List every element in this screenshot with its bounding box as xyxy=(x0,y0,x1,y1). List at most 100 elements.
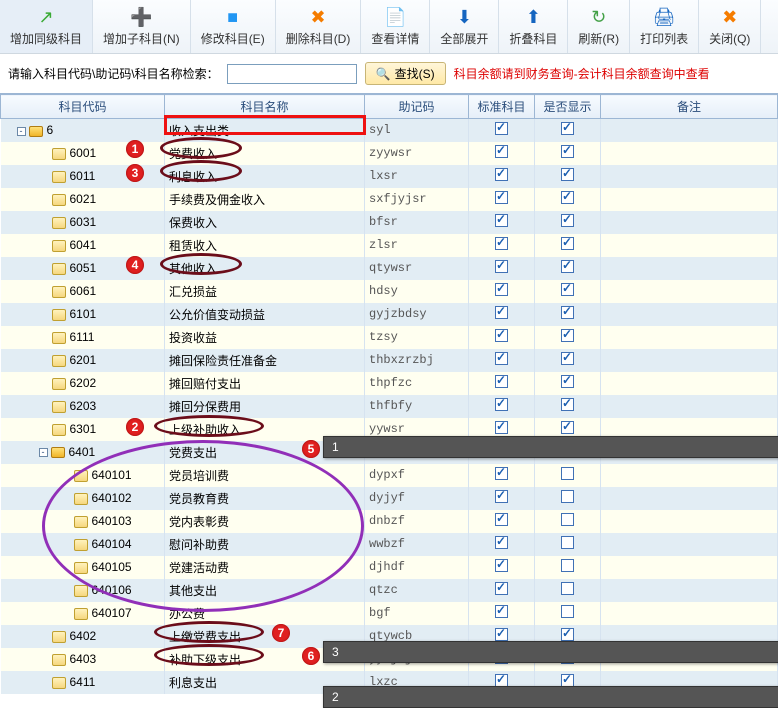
show-checkbox[interactable] xyxy=(561,329,574,342)
show-checkbox[interactable] xyxy=(561,122,574,135)
table-row[interactable]: 6101公允价值变动损益gyjzbdsy xyxy=(1,303,778,326)
std-checkbox[interactable] xyxy=(495,398,508,411)
table-row[interactable]: 640103党内表彰费dnbzf xyxy=(1,510,778,533)
show-checkbox[interactable] xyxy=(561,237,574,250)
table-row[interactable]: 640106其他支出qtzc xyxy=(1,579,778,602)
show-checkbox[interactable] xyxy=(561,605,574,618)
table-row[interactable]: 6041租赁收入zlsr xyxy=(1,234,778,257)
std-checkbox[interactable] xyxy=(495,559,508,572)
table-row[interactable]: 6411利息支出lxzc xyxy=(1,671,778,694)
show-checkbox[interactable] xyxy=(561,168,574,181)
show-checkbox[interactable] xyxy=(561,582,574,595)
table-row[interactable]: 6031保费收入bfsr xyxy=(1,211,778,234)
std-checkbox[interactable] xyxy=(495,467,508,480)
show-checkbox[interactable] xyxy=(561,145,574,158)
table-row[interactable]: 640105党建活动费djhdf xyxy=(1,556,778,579)
show-checkbox[interactable] xyxy=(561,421,574,434)
std-checkbox[interactable] xyxy=(495,145,508,158)
table-row[interactable]: -6收入支出类syl xyxy=(1,119,778,142)
show-checkbox[interactable] xyxy=(561,536,574,549)
column-header[interactable]: 标准科目 xyxy=(469,95,535,119)
std-checkbox[interactable] xyxy=(495,237,508,250)
table-row[interactable]: -6401党费支出zyywcb xyxy=(1,441,778,464)
table-row[interactable]: 6051其他收入qtywsr xyxy=(1,257,778,280)
show-checkbox[interactable] xyxy=(561,467,574,480)
show-checkbox[interactable] xyxy=(561,306,574,319)
std-checkbox[interactable] xyxy=(495,651,508,664)
std-checkbox[interactable] xyxy=(495,191,508,204)
std-checkbox[interactable] xyxy=(495,260,508,273)
show-checkbox[interactable] xyxy=(561,260,574,273)
page-icon xyxy=(74,493,88,505)
name-cell: 办公费 xyxy=(165,602,365,625)
toolbar-1[interactable]: ➕增加子科目(N) xyxy=(93,0,191,53)
std-checkbox[interactable] xyxy=(495,628,508,641)
show-checkbox[interactable] xyxy=(561,444,574,457)
table-row[interactable]: 640107办公费bgf xyxy=(1,602,778,625)
std-checkbox[interactable] xyxy=(495,122,508,135)
table-row[interactable]: 6402上缴党费支出qtywcb xyxy=(1,625,778,648)
column-header[interactable]: 助记码 xyxy=(365,95,469,119)
table-row[interactable]: 6403补助下级支出yysjfj xyxy=(1,648,778,671)
toolbar-icon: ➕ xyxy=(103,4,180,30)
std-checkbox[interactable] xyxy=(495,674,508,687)
toolbar-9[interactable]: ✖关闭(Q) xyxy=(699,0,761,53)
table-row[interactable]: 6203摊回分保费用thfbfy xyxy=(1,395,778,418)
toolbar-6[interactable]: ⬆折叠科目 xyxy=(499,0,568,53)
show-checkbox[interactable] xyxy=(561,352,574,365)
toolbar-8[interactable]: 🖨打印列表 xyxy=(630,0,699,53)
column-header[interactable]: 科目代码 xyxy=(1,95,165,119)
mnemonic-cell: qtzc xyxy=(365,579,469,602)
std-checkbox[interactable] xyxy=(495,375,508,388)
std-checkbox[interactable] xyxy=(495,582,508,595)
table-row[interactable]: 6011利息收入lxsr xyxy=(1,165,778,188)
table-row[interactable]: 6301上级补助收入yywsr xyxy=(1,418,778,441)
std-checkbox[interactable] xyxy=(495,329,508,342)
std-checkbox[interactable] xyxy=(495,444,508,457)
show-checkbox[interactable] xyxy=(561,490,574,503)
std-checkbox[interactable] xyxy=(495,352,508,365)
column-header[interactable]: 备注 xyxy=(601,95,778,119)
search-input[interactable] xyxy=(227,64,357,84)
expand-toggle[interactable]: - xyxy=(17,127,26,136)
table-row[interactable]: 6001党费收入zyywsr xyxy=(1,142,778,165)
table-row[interactable]: 6111投资收益tzsy xyxy=(1,326,778,349)
column-header[interactable]: 是否显示 xyxy=(535,95,601,119)
show-checkbox[interactable] xyxy=(561,283,574,296)
search-button[interactable]: 🔍 查找(S) xyxy=(365,62,446,85)
table-row[interactable]: 6202摊回赔付支出thpfzc xyxy=(1,372,778,395)
table-row[interactable]: 6021手续费及佣金收入sxfjyjsr xyxy=(1,188,778,211)
std-checkbox[interactable] xyxy=(495,214,508,227)
toolbar-7[interactable]: ↻刷新(R) xyxy=(568,0,630,53)
toolbar-3[interactable]: ✖删除科目(D) xyxy=(276,0,362,53)
code-text: 6041 xyxy=(70,238,97,252)
std-checkbox[interactable] xyxy=(495,168,508,181)
table-row[interactable]: 6061汇兑损益hdsy xyxy=(1,280,778,303)
show-checkbox[interactable] xyxy=(561,214,574,227)
table-row[interactable]: 6201摊回保险责任准备金thbxzrzbj xyxy=(1,349,778,372)
std-checkbox[interactable] xyxy=(495,283,508,296)
toolbar-2[interactable]: ■修改科目(E) xyxy=(191,0,276,53)
expand-toggle[interactable]: - xyxy=(39,448,48,457)
column-header[interactable]: 科目名称 xyxy=(165,95,365,119)
show-checkbox[interactable] xyxy=(561,651,574,664)
std-checkbox[interactable] xyxy=(495,605,508,618)
std-checkbox[interactable] xyxy=(495,536,508,549)
show-checkbox[interactable] xyxy=(561,375,574,388)
std-checkbox[interactable] xyxy=(495,490,508,503)
show-checkbox[interactable] xyxy=(561,513,574,526)
show-checkbox[interactable] xyxy=(561,628,574,641)
toolbar-4[interactable]: 📄查看详情 xyxy=(361,0,430,53)
show-checkbox[interactable] xyxy=(561,559,574,572)
table-row[interactable]: 640104慰问补助费wwbzf xyxy=(1,533,778,556)
toolbar-5[interactable]: ⬇全部展开 xyxy=(430,0,499,53)
table-row[interactable]: 640101党员培训费dypxf xyxy=(1,464,778,487)
show-checkbox[interactable] xyxy=(561,191,574,204)
std-checkbox[interactable] xyxy=(495,513,508,526)
table-row[interactable]: 640102党员教育费dyjyf xyxy=(1,487,778,510)
show-checkbox[interactable] xyxy=(561,674,574,687)
toolbar-0[interactable]: ↗增加同级科目 xyxy=(0,0,93,53)
std-checkbox[interactable] xyxy=(495,306,508,319)
show-checkbox[interactable] xyxy=(561,398,574,411)
std-checkbox[interactable] xyxy=(495,421,508,434)
